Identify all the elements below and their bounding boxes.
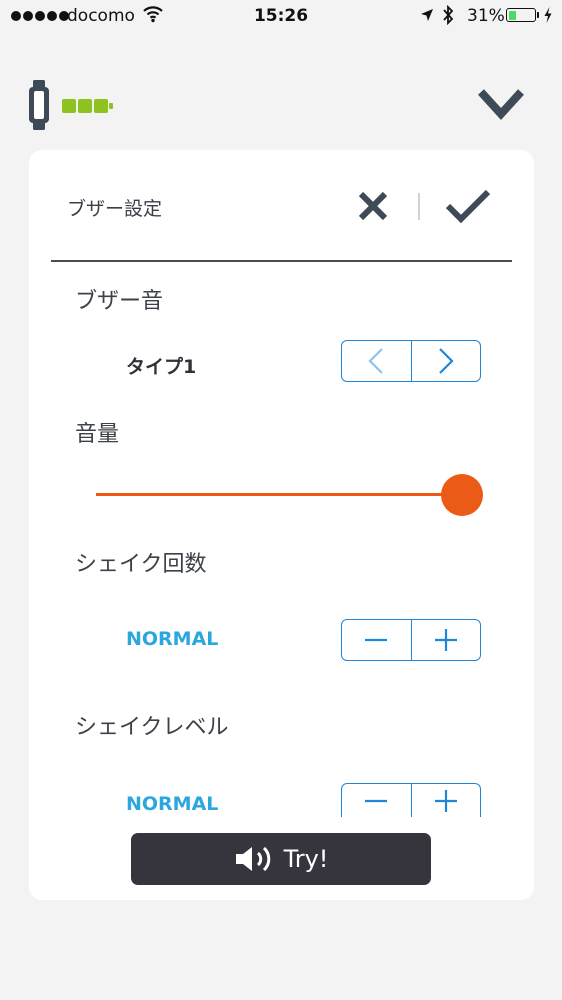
chevron-down-icon[interactable] bbox=[478, 88, 524, 120]
plus-icon bbox=[434, 789, 457, 812]
shake-count-plus-button[interactable] bbox=[410, 620, 481, 660]
shake-count-label: シェイク回数 bbox=[75, 552, 207, 577]
shake-count-minus-button[interactable] bbox=[342, 620, 411, 660]
shake-level-stepper bbox=[341, 783, 481, 817]
cancel-button[interactable] bbox=[353, 186, 393, 226]
battery-nub bbox=[537, 12, 539, 18]
battery-icon bbox=[506, 8, 536, 22]
dialog-title: ブザー設定 bbox=[67, 198, 163, 220]
shake-level-plus-button[interactable] bbox=[410, 784, 481, 817]
minus-icon bbox=[365, 799, 388, 802]
confirm-button[interactable] bbox=[443, 186, 493, 226]
status-bar: docomo 15:26 31% bbox=[0, 0, 562, 34]
chevron-right-icon bbox=[438, 348, 454, 374]
battery-level-fill bbox=[508, 10, 516, 20]
bluetooth-icon bbox=[443, 5, 454, 25]
next-type-button[interactable] bbox=[410, 341, 481, 381]
location-arrow-icon bbox=[421, 9, 433, 21]
shake-count-value: NORMAL bbox=[126, 628, 219, 650]
battery-percent: 31% bbox=[467, 6, 505, 26]
checkmark-icon bbox=[445, 189, 491, 224]
shake-level-minus-button[interactable] bbox=[342, 784, 411, 817]
close-icon bbox=[358, 191, 388, 221]
try-button[interactable]: Try! bbox=[131, 833, 431, 885]
buzzer-type-value: タイプ1 bbox=[126, 356, 197, 378]
volume-slider-track[interactable] bbox=[96, 493, 466, 496]
wristband-device-icon bbox=[29, 80, 49, 130]
plus-icon bbox=[434, 629, 457, 651]
buzzer-sound-label: ブザー音 bbox=[75, 289, 164, 314]
buzzer-settings-card: ブザー設定 ブザー音 タイプ1 音量 シェイク回数 NORMAL シェイクレベル… bbox=[29, 150, 534, 900]
header-divider bbox=[418, 193, 420, 220]
try-button-label: Try! bbox=[283, 845, 329, 873]
device-battery-icon bbox=[62, 99, 113, 113]
volume-slider-thumb[interactable] bbox=[441, 474, 483, 516]
title-separator bbox=[51, 260, 512, 262]
chevron-left-icon bbox=[368, 348, 384, 374]
minus-icon bbox=[365, 638, 388, 642]
prev-type-button[interactable] bbox=[342, 341, 411, 381]
shake-level-value: NORMAL bbox=[126, 793, 219, 815]
speaker-icon bbox=[235, 846, 270, 872]
buzzer-type-selector bbox=[341, 340, 481, 382]
charging-bolt-icon bbox=[544, 7, 552, 23]
shake-count-stepper bbox=[341, 619, 481, 661]
volume-label: 音量 bbox=[75, 422, 120, 447]
shake-level-label: シェイクレベル bbox=[75, 715, 229, 740]
